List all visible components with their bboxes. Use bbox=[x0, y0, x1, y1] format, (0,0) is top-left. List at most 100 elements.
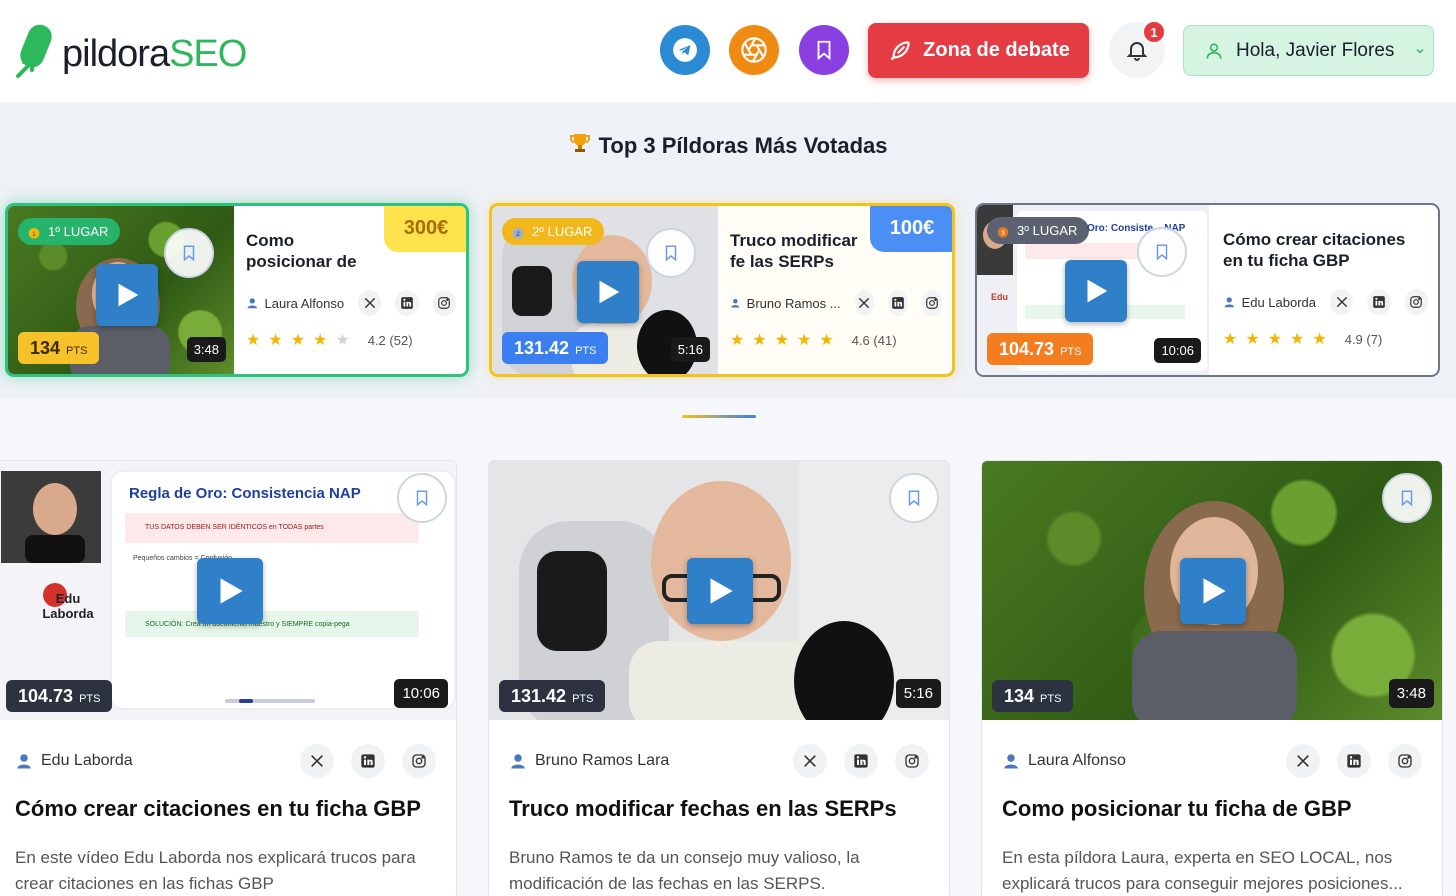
debate-zone-button[interactable]: Zona de debate bbox=[868, 23, 1089, 78]
x-twitter-link[interactable] bbox=[1286, 744, 1320, 778]
video-title[interactable]: Cómo crear citaciones en tu ficha GBP bbox=[15, 796, 436, 822]
duration-badge: 5:16 bbox=[895, 679, 941, 708]
author-icon bbox=[247, 298, 257, 309]
author-icon bbox=[731, 299, 740, 308]
linkedin-link[interactable] bbox=[395, 290, 419, 316]
bookmark-icon bbox=[1156, 244, 1168, 261]
user-icon bbox=[1206, 43, 1222, 59]
instagram-link[interactable] bbox=[895, 744, 929, 778]
video-thumbnail[interactable]: 134 PTS 3:48 bbox=[982, 461, 1442, 720]
points-value: 104.73 bbox=[18, 686, 74, 706]
points-badge: 131.42 PTS bbox=[499, 680, 606, 712]
x-twitter-link[interactable] bbox=[358, 290, 382, 316]
aperture-button[interactable] bbox=[729, 25, 779, 75]
video-title[interactable]: Truco modificar fechas en las SERPs bbox=[509, 796, 929, 822]
author-icon bbox=[1224, 297, 1234, 308]
top-card-3[interactable]: Edu 3 3º LUGAR Oro: Consiste... NAP 104.… bbox=[975, 203, 1440, 377]
author-name[interactable]: Bruno Ramos Lara bbox=[535, 752, 776, 770]
play-button[interactable] bbox=[687, 558, 753, 624]
instagram-link[interactable] bbox=[402, 744, 436, 778]
linkedin-link[interactable] bbox=[1367, 289, 1391, 315]
linkedin-icon bbox=[854, 754, 868, 768]
points-badge: 104.73 PTS bbox=[6, 680, 113, 712]
video-card[interactable]: Edu Laborda Regla de Oro: Consistencia N… bbox=[0, 460, 457, 896]
author-name[interactable]: Laura Alfonso bbox=[1028, 752, 1269, 770]
place-label: 1º LUGAR bbox=[48, 224, 109, 239]
instagram-link[interactable] bbox=[1404, 289, 1428, 315]
instagram-link[interactable] bbox=[922, 290, 942, 316]
aperture-icon bbox=[741, 37, 767, 63]
pildoraseo-logo[interactable]: pildoraSEO bbox=[14, 22, 247, 80]
top-card-title[interactable]: Truco modificar fe las SERPs bbox=[730, 230, 942, 274]
x-icon bbox=[1336, 296, 1347, 308]
linkedin-link[interactable] bbox=[351, 744, 385, 778]
instagram-link[interactable] bbox=[432, 290, 456, 316]
linkedin-link[interactable] bbox=[1337, 744, 1371, 778]
linkedin-link[interactable] bbox=[844, 744, 878, 778]
play-button[interactable] bbox=[1180, 558, 1246, 624]
author-name[interactable]: Bruno Ramos ... bbox=[747, 296, 841, 311]
bookmark-button[interactable] bbox=[1137, 227, 1187, 277]
star-rating: ★★★★★ bbox=[246, 332, 358, 349]
author-name[interactable]: Edu Laborda bbox=[1242, 295, 1316, 310]
points-value: 134 bbox=[30, 338, 61, 358]
section-divider bbox=[682, 415, 756, 418]
bookmark-button[interactable] bbox=[397, 473, 447, 523]
logo-text-seo: SEO bbox=[169, 32, 247, 75]
top-card-2[interactable]: 2 2º LUGAR 131.42 PTS 5:16 100€ Truco mod… bbox=[489, 203, 955, 377]
author-name[interactable]: Laura Alfonso bbox=[265, 296, 345, 311]
video-card[interactable]: 131.42 PTS 5:16 Bruno Ramos Lara Truco mo… bbox=[488, 460, 950, 896]
video-description: Bruno Ramos te da un consejo muy valioso… bbox=[509, 848, 860, 893]
duration-badge: 5:16 bbox=[670, 337, 710, 362]
rating-text: 4.6 (41) bbox=[851, 332, 897, 348]
duration-badge: 10:06 bbox=[394, 679, 448, 708]
play-button[interactable] bbox=[577, 261, 639, 323]
star-rating: ★★★★★ bbox=[1223, 331, 1335, 348]
edu-logo-text: Edu bbox=[991, 292, 1008, 302]
instagram-icon bbox=[1398, 754, 1412, 768]
user-menu[interactable]: Hola, Javier Flores bbox=[1183, 25, 1434, 76]
x-icon bbox=[1297, 755, 1309, 767]
place-label: 2º LUGAR bbox=[532, 224, 593, 239]
video-thumbnail[interactable]: 131.42 PTS 5:16 bbox=[489, 461, 949, 720]
instagram-icon bbox=[926, 297, 938, 309]
x-twitter-link[interactable] bbox=[793, 744, 827, 778]
play-button[interactable] bbox=[96, 264, 158, 326]
medal-icon: 3 bbox=[997, 226, 1009, 238]
linkedin-link[interactable] bbox=[888, 290, 909, 316]
video-card[interactable]: 134 PTS 3:48 Laura Alfonso Como posiciona… bbox=[981, 460, 1443, 896]
star-rating: ★★★★★ bbox=[730, 332, 842, 349]
linkedin-icon bbox=[361, 754, 375, 768]
top-card-1[interactable]: 1 1º LUGAR 134 PTS 3:48 300€ Como posicio… bbox=[5, 203, 469, 377]
play-button[interactable] bbox=[1065, 260, 1127, 322]
medal-icon: 2 bbox=[512, 227, 524, 239]
bookmark-button[interactable] bbox=[164, 228, 214, 278]
video-title[interactable]: Como posicionar tu ficha de GBP bbox=[1002, 796, 1422, 822]
bookmark-button[interactable] bbox=[646, 228, 696, 278]
bookmark-icon bbox=[183, 245, 195, 262]
x-twitter-link[interactable] bbox=[1330, 289, 1354, 315]
bookmark-button[interactable] bbox=[1382, 473, 1432, 523]
telegram-button[interactable] bbox=[660, 25, 710, 75]
instagram-icon bbox=[1410, 296, 1423, 308]
author-name[interactable]: Edu Laborda bbox=[41, 752, 283, 770]
bookmark-button[interactable] bbox=[889, 473, 939, 523]
x-twitter-link[interactable] bbox=[854, 290, 875, 316]
bookmark-icon bbox=[1401, 490, 1413, 507]
play-button[interactable] bbox=[197, 558, 263, 624]
rating-text: 4.9 (7) bbox=[1344, 331, 1383, 347]
points-badge: 104.73 PTS bbox=[987, 333, 1094, 365]
top-card-title[interactable]: Cómo crear citaciones en tu ficha GBP bbox=[1223, 229, 1428, 273]
points-unit: PTS bbox=[575, 345, 597, 357]
instagram-icon bbox=[905, 754, 919, 768]
x-twitter-link[interactable] bbox=[300, 744, 334, 778]
top-card-title[interactable]: Como posicionar de GBP bbox=[246, 230, 456, 274]
bookmark-icon bbox=[908, 490, 920, 507]
bookmarks-button[interactable] bbox=[799, 25, 849, 75]
bookmark-icon bbox=[416, 490, 428, 507]
instagram-link[interactable] bbox=[1388, 744, 1422, 778]
bookmark-icon bbox=[817, 40, 831, 61]
instagram-icon bbox=[438, 297, 451, 309]
video-thumbnail[interactable]: Edu Laborda Regla de Oro: Consistencia N… bbox=[0, 461, 456, 720]
points-unit: PTS bbox=[572, 693, 594, 705]
